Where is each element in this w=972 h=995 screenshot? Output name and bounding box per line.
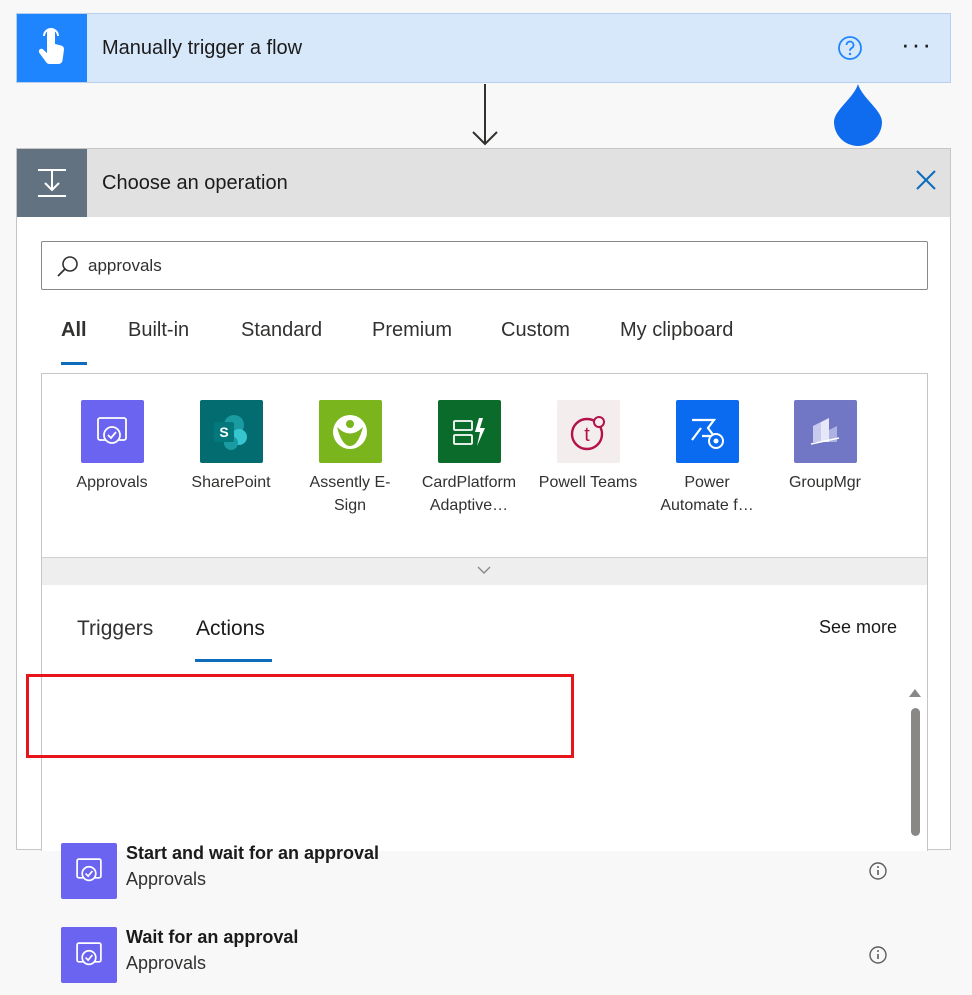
connector-label: Power [684, 474, 730, 491]
connector-label: SharePoint [191, 474, 271, 491]
connector-label: CardPlatform [421, 474, 517, 491]
action-connector: Approvals [126, 869, 207, 889]
chevron-down-icon [477, 566, 491, 574]
sharepoint-icon: S [199, 400, 263, 463]
action-connector: Approvals [126, 953, 207, 973]
connector-assently[interactable]: Assently E- Sign [300, 400, 400, 517]
connector-cardplatform[interactable]: CardPlatform Adaptive… [419, 400, 519, 517]
tab-all[interactable]: All [61, 319, 87, 342]
tab-built-in[interactable]: Built-in [128, 319, 189, 342]
operation-header: Choose an operation [17, 149, 950, 217]
insert-step-drop-icon[interactable] [832, 84, 884, 146]
operation-icon [17, 149, 87, 217]
action-title: Start and wait for an approval [126, 843, 380, 863]
tab-standard[interactable]: Standard [241, 319, 322, 342]
action-start-and-wait-for-approval[interactable]: Start and wait for an approval Approvals [42, 829, 887, 911]
scroll-up-icon[interactable] [908, 687, 922, 699]
flow-arrow-icon [472, 84, 498, 146]
help-icon[interactable] [837, 35, 863, 61]
search-box[interactable] [41, 241, 928, 290]
connector-powell-teams[interactable]: t Powell Teams [538, 400, 638, 494]
action-title: Wait for an approval [126, 927, 299, 947]
connector-label: Assently E- [309, 474, 391, 491]
groupmgr-icon [793, 400, 857, 463]
selected-tab-indicator [61, 362, 87, 365]
tab-triggers[interactable]: Triggers [77, 617, 153, 641]
search-icon [56, 254, 80, 278]
connector-power-automate[interactable]: Power Automate f… [657, 400, 757, 517]
svg-text:t: t [584, 424, 590, 446]
search-input[interactable] [88, 242, 888, 289]
info-icon[interactable] [868, 861, 888, 881]
connector-label: Approvals [76, 474, 148, 491]
approvals-icon [61, 843, 117, 899]
tab-actions[interactable]: Actions [196, 617, 265, 641]
connector-label: Automate f… [660, 497, 754, 514]
info-icon[interactable] [868, 945, 888, 965]
connector-label: Adaptive… [429, 497, 509, 514]
more-options-icon[interactable]: ··· [897, 31, 937, 62]
connector-label: GroupMgr [788, 474, 862, 491]
operation-title: Choose an operation [102, 172, 288, 194]
approvals-icon [80, 400, 144, 463]
action-wait-for-approval[interactable]: Wait for an approval Approvals [42, 913, 887, 995]
selected-subtab-indicator [195, 659, 272, 662]
manual-trigger-icon [17, 14, 87, 82]
connectors-list: Approvals S SharePoint Assently E- Sign … [41, 373, 928, 585]
approvals-icon [61, 927, 117, 983]
tab-custom[interactable]: Custom [501, 319, 570, 342]
powell-teams-icon: t [556, 400, 620, 463]
trigger-card[interactable]: Manually trigger a flow ··· [16, 13, 951, 83]
connector-groupmgr[interactable]: GroupMgr [775, 400, 875, 494]
connector-label: Powell Teams [538, 474, 638, 491]
power-automate-icon [675, 400, 739, 463]
tab-premium[interactable]: Premium [372, 319, 452, 342]
expand-connectors-bar[interactable] [42, 557, 927, 585]
see-more-link[interactable]: See more [819, 617, 897, 638]
tab-my-clipboard[interactable]: My clipboard [620, 319, 733, 342]
connector-approvals[interactable]: Approvals [62, 400, 162, 494]
cardplatform-icon [437, 400, 501, 463]
highlight-box [26, 674, 574, 758]
assently-icon [318, 400, 382, 463]
trigger-title: Manually trigger a flow [102, 37, 303, 59]
connector-label: Sign [333, 497, 367, 514]
connector-sharepoint[interactable]: S SharePoint [181, 400, 281, 494]
svg-text:S: S [219, 424, 228, 440]
scrollbar-thumb[interactable] [911, 708, 920, 836]
close-icon[interactable] [913, 167, 939, 193]
